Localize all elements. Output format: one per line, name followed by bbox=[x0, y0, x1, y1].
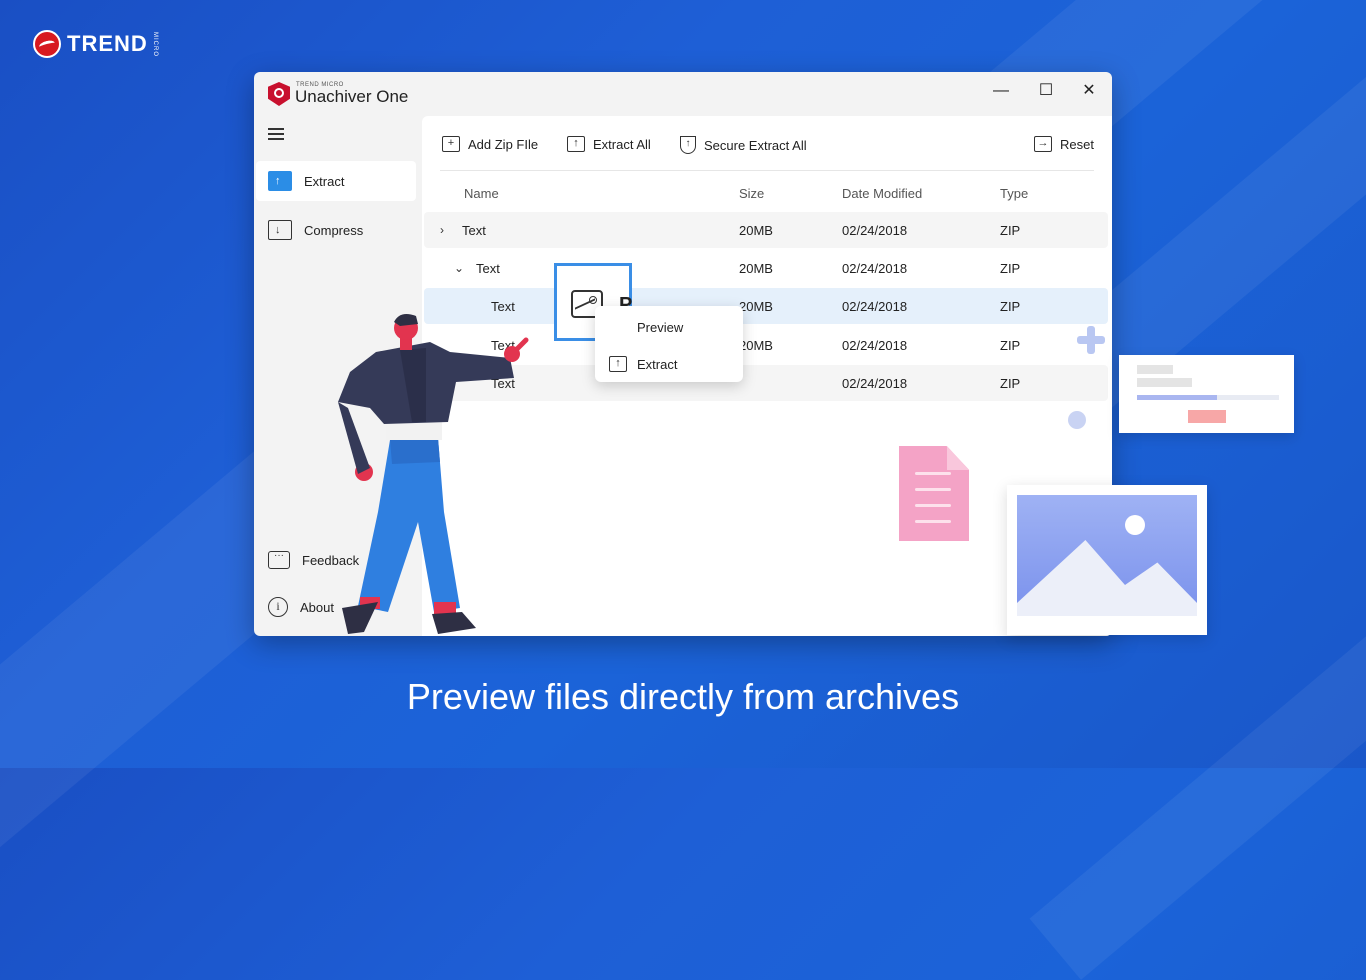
row-date: 02/24/2018 bbox=[842, 261, 908, 276]
reset-icon: → bbox=[1034, 136, 1053, 152]
sidebar-item-extract[interactable]: ↑ Extract bbox=[256, 161, 416, 201]
row-date: 02/24/2018 bbox=[842, 299, 908, 314]
compress-folder-icon: ↓ bbox=[268, 220, 292, 240]
context-menu-preview[interactable]: Preview bbox=[637, 320, 683, 335]
placeholder-button bbox=[1188, 410, 1226, 423]
row-date: 02/24/2018 bbox=[842, 376, 908, 391]
chevron-down-icon[interactable]: ⌄ bbox=[454, 261, 464, 275]
extract-all-button[interactable]: ↑ Extract All bbox=[567, 136, 651, 152]
progress-fill bbox=[1137, 395, 1217, 400]
sidebar-item-label: About bbox=[300, 599, 334, 615]
context-menu-extract[interactable]: ↑ Extract bbox=[609, 356, 677, 372]
maximize-button[interactable]: ☐ bbox=[1031, 78, 1061, 104]
close-button[interactable]: ✕ bbox=[1074, 78, 1104, 104]
toolbar: + Add Zip FIle ↑ Extract All ↑ Secure Ex… bbox=[440, 130, 1094, 171]
info-icon: i bbox=[268, 597, 288, 617]
row-name: Text bbox=[462, 223, 486, 238]
context-menu: Preview ↑ Extract bbox=[595, 306, 743, 382]
row-date: 02/24/2018 bbox=[842, 223, 908, 238]
trend-micro-logo: TREND MICRO bbox=[33, 30, 158, 58]
row-type: ZIP bbox=[1000, 376, 1021, 391]
extract-folder-icon: ↑ bbox=[268, 171, 292, 191]
column-header-name[interactable]: Name bbox=[464, 186, 499, 201]
column-header-size[interactable]: Size bbox=[739, 186, 764, 201]
context-menu-label: Extract bbox=[637, 356, 678, 372]
add-file-icon: + bbox=[442, 136, 460, 152]
trend-ball-icon bbox=[33, 30, 61, 58]
row-size: 20MB bbox=[739, 338, 773, 353]
person-with-magnifier-illustration bbox=[338, 314, 529, 634]
reset-button[interactable]: → Reset bbox=[1034, 136, 1094, 152]
progress-track bbox=[1137, 395, 1279, 400]
row-date: 02/24/2018 bbox=[842, 338, 908, 353]
secure-extract-all-label: Secure Extract All bbox=[704, 137, 807, 153]
add-zip-file-label: Add Zip FIle bbox=[468, 136, 539, 152]
shield-icon: ↑ bbox=[680, 136, 696, 154]
minimize-button[interactable]: — bbox=[986, 78, 1016, 104]
reset-label: Reset bbox=[1060, 136, 1094, 152]
marketing-caption: Preview files directly from archives bbox=[406, 676, 960, 717]
sidebar-item-compress[interactable]: ↓ Compress bbox=[256, 210, 416, 250]
table-row[interactable]: ⌄ Text 20MB 02/24/2018 ZIP bbox=[424, 250, 1108, 286]
plus-decoration bbox=[1077, 326, 1105, 354]
placeholder-line bbox=[1137, 378, 1192, 387]
row-type: ZIP bbox=[1000, 261, 1021, 276]
dot-decoration bbox=[1068, 411, 1086, 429]
column-header-date-modified[interactable]: Date Modified bbox=[842, 186, 922, 201]
extract-all-icon: ↑ bbox=[567, 136, 585, 152]
add-zip-file-button[interactable]: + Add Zip FIle bbox=[442, 136, 538, 152]
table-row[interactable]: › Text 20MB 02/24/2018 ZIP bbox=[424, 212, 1108, 248]
sidebar-item-label: Compress bbox=[304, 222, 364, 238]
chevron-right-icon[interactable]: › bbox=[440, 223, 444, 237]
row-size: 20MB bbox=[739, 299, 773, 314]
mountain-shape bbox=[1017, 540, 1197, 616]
row-type: ZIP bbox=[1000, 338, 1021, 353]
feedback-icon: ··· bbox=[268, 551, 290, 569]
placeholder-line bbox=[1137, 365, 1173, 374]
column-header-type[interactable]: Type bbox=[1000, 186, 1028, 201]
row-size: 20MB bbox=[739, 223, 773, 238]
row-type: ZIP bbox=[1000, 299, 1021, 314]
extract-all-label: Extract All bbox=[593, 136, 651, 152]
row-type: ZIP bbox=[1000, 223, 1021, 238]
row-name: Text bbox=[476, 261, 500, 276]
sidebar-item-label: Extract bbox=[304, 173, 345, 189]
title-bar: TREND MICRO Unachiver One — ☐ ✕ bbox=[254, 72, 1112, 116]
extract-icon: ↑ bbox=[609, 356, 627, 372]
sun-shape bbox=[1125, 515, 1145, 535]
landscape-image-icon bbox=[1017, 495, 1197, 616]
app-logo-icon bbox=[268, 82, 290, 106]
context-menu-label: Preview bbox=[637, 320, 684, 335]
app-title: Unachiver One bbox=[295, 87, 409, 106]
hamburger-menu-icon[interactable] bbox=[268, 128, 284, 140]
brand-name: TREND bbox=[67, 31, 148, 56]
brand-micro: MICRO bbox=[151, 31, 158, 57]
image-illustration bbox=[1007, 485, 1207, 635]
progress-card-illustration bbox=[1119, 355, 1294, 433]
secure-extract-all-button[interactable]: ↑ Secure Extract All bbox=[680, 136, 807, 154]
row-size: 20MB bbox=[739, 261, 773, 276]
